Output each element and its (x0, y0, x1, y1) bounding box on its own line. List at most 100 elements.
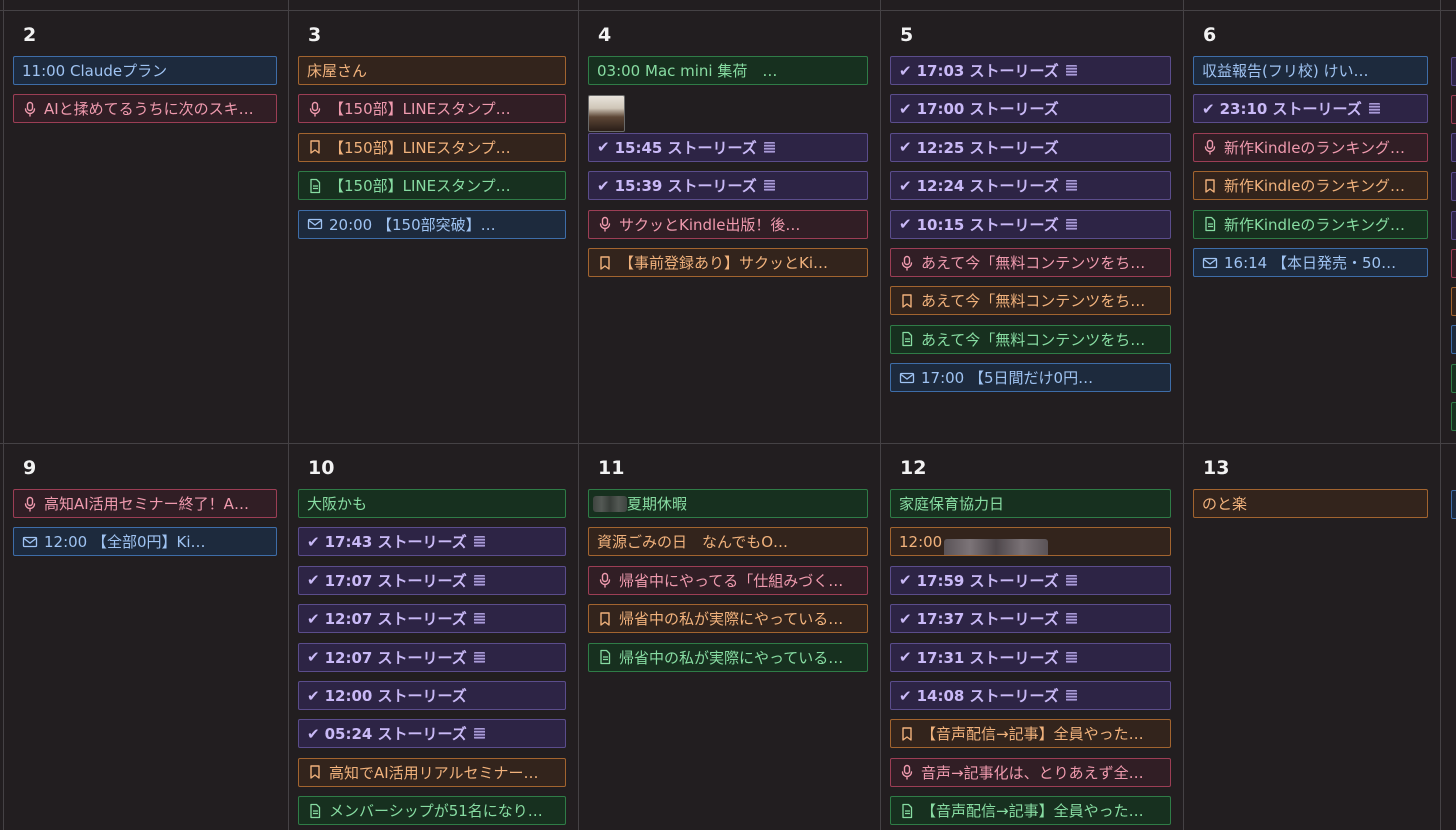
calendar-event[interactable]: 【150部】LINEスタンプ… (298, 94, 566, 124)
calendar-event[interactable]: ✔ 12:07 ストーリーズ (298, 604, 566, 634)
event-title: 帰省中の私が実際にやっている… (619, 610, 844, 629)
calendar-event[interactable]: 音声→記事化は、とりあえず全… (890, 757, 1171, 787)
calendar-event[interactable]: ✔ 17:37 ストーリーズ (890, 604, 1171, 634)
day-cell[interactable]: 10 大阪かも ✔ 17:43 ストーリーズ ✔ 17:07 ストーリーズ ✔ 12:07 ス… (288, 443, 578, 830)
calendar-event[interactable]: 帰省中の私が実際にやっている… (588, 604, 868, 634)
calendar-event[interactable]: メンバーシップが51名になり… (298, 796, 566, 826)
calendar-event[interactable]: 新作Kindleのランキング… (1193, 132, 1428, 162)
calendar-event[interactable]: ✔ 15:45 ストーリーズ (588, 132, 868, 162)
event-title: 夏期休暇 (627, 495, 688, 513)
event-title: 12:00 ストーリーズ (324, 687, 467, 705)
event-title: 15:39 ストーリーズ (614, 177, 757, 196)
day-number: 5 (900, 24, 914, 46)
calendar-event[interactable]: 床屋さん (298, 56, 566, 85)
day-cell[interactable]: 5 ✔ 17:03 ストーリーズ ✔ 17:00 ストーリーズ ✔ 12:25 ストーリーズ… (880, 10, 1183, 443)
event-title: 【事前登録あり】サクッとKi… (619, 254, 829, 272)
calendar-event[interactable]: 【音声配信→記事】全員やった… (890, 719, 1171, 749)
partial-event[interactable] (1451, 133, 1456, 162)
partial-event[interactable] (1451, 402, 1456, 431)
calendar-event[interactable]: 【音声配信→記事】全員やった… (890, 796, 1171, 826)
day-cell[interactable]: 2 11:00 Claudeプラン AIと揉めてるうちに次のスキ… (3, 10, 288, 443)
calendar-event[interactable]: サクッとKindle出版！後… (588, 209, 868, 239)
event-title: 17:31 ストーリーズ (916, 648, 1059, 667)
calendar-event[interactable]: 11:00 Claudeプラン (13, 56, 277, 85)
event-title: 帰省中にやってる「仕組みづく… (619, 571, 844, 590)
calendar-event[interactable]: ✔ 23:10 ストーリーズ (1193, 94, 1428, 124)
bookmark-icon (597, 255, 613, 271)
calendar-event[interactable]: 【150部】LINEスタンプ… (298, 132, 566, 162)
event-title: 11:00 Claudeプラン (22, 62, 168, 80)
calendar-event[interactable]: ✔ 14:08 ストーリーズ (890, 681, 1171, 710)
calendar-event[interactable]: 高知でAI活用リアルセミナー… (298, 757, 566, 787)
calendar-event[interactable]: ✔ 12:07 ストーリーズ (298, 642, 566, 672)
calendar-event[interactable]: 家庭保育協力日 (890, 489, 1171, 518)
image-thumbnail[interactable] (588, 95, 625, 132)
calendar-event[interactable]: 16:14 【本日発売・50… (1193, 248, 1428, 277)
calendar-event[interactable]: 高知AI活用セミナー終了！A… (13, 489, 277, 518)
calendar-event[interactable]: AIと揉めてるうちに次のスキ… (13, 94, 277, 124)
calendar-event[interactable]: ✔ 17:07 ストーリーズ (298, 565, 566, 595)
calendar-event[interactable]: 【事前登録あり】サクッとKi… (588, 248, 868, 277)
calendar-event[interactable]: 新作Kindleのランキング… (1193, 209, 1428, 239)
calendar-event[interactable]: 【150部】LINEスタンプ… (298, 171, 566, 201)
calendar-event[interactable]: ✔ 15:39 ストーリーズ (588, 171, 868, 201)
day-cell[interactable]: 3 床屋さん 【150部】LINEスタンプ… 【150部】LINEスタンプ… 【150部… (288, 10, 578, 443)
calendar-event[interactable]: 20:00 【150部突破】… (298, 209, 566, 239)
calendar-event[interactable]: 収益報告(フリ校) けい… (1193, 56, 1428, 85)
event-title: 14:08 ストーリーズ (916, 687, 1059, 705)
event-title: 17:43 ストーリーズ (324, 533, 467, 552)
calendar-event[interactable]: ✔ 17:43 ストーリーズ (298, 527, 566, 557)
calendar-event[interactable]: 新作Kindleのランキング… (1193, 171, 1428, 201)
partial-event[interactable] (1451, 172, 1456, 201)
partial-event[interactable] (1451, 287, 1456, 316)
partial-event[interactable] (1451, 95, 1456, 124)
calendar-event[interactable]: 03:00 Mac mini 集荷 … (588, 56, 868, 85)
partial-event[interactable] (1451, 364, 1456, 393)
calendar-event[interactable]: 帰省中の私が実際にやっている… (588, 642, 868, 672)
microphone-icon (1202, 139, 1218, 155)
calendar-event[interactable]: ✔ 12:24 ストーリーズ (890, 171, 1171, 201)
event-title: あえて今「無料コンテンツをち… (921, 254, 1146, 272)
bookmark-icon (597, 611, 613, 627)
calendar-event[interactable]: 12:00 (890, 527, 1171, 557)
document-icon (1202, 216, 1218, 232)
calendar-event[interactable]: あえて今「無料コンテンツをち… (890, 324, 1171, 354)
calendar-event[interactable]: 夏期休暇 (588, 489, 868, 518)
calendar-event[interactable]: ✔ 12:25 ストーリーズ (890, 132, 1171, 162)
day-cell[interactable]: 13 のと楽 (1183, 443, 1440, 830)
note-icon (473, 728, 485, 740)
calendar-event[interactable]: ✔ 17:31 ストーリーズ (890, 642, 1171, 672)
calendar-event[interactable]: 帰省中にやってる「仕組みづく… (588, 565, 868, 595)
calendar-event[interactable]: 資源ごみの日 なんでもO… (588, 527, 868, 557)
calendar-event[interactable]: のと楽 (1193, 489, 1428, 518)
day-cell[interactable]: 12 家庭保育協力日 12:00 ✔ 17:59 ストーリーズ ✔ 17:37 ストーリーズ… (880, 443, 1183, 830)
calendar-event[interactable]: ✔ 05:24 ストーリーズ (298, 719, 566, 749)
document-icon (307, 178, 323, 194)
partial-event[interactable] (1451, 249, 1456, 278)
calendar-event[interactable]: ✔ 17:59 ストーリーズ (890, 565, 1171, 595)
day-cell[interactable]: 11 夏期休暇 資源ごみの日 なんでもO… 帰省中にやってる「仕組みづく… 帰省中の私が… (578, 443, 880, 830)
redacted-text (593, 495, 627, 512)
calendar-event[interactable]: ✔ 10:15 ストーリーズ (890, 209, 1171, 239)
partial-event[interactable] (1451, 325, 1456, 354)
day-cell[interactable]: 4 03:00 Mac mini 集荷 … ✔ 15:45 ストーリーズ ✔ 15:39 … (578, 10, 880, 443)
calendar-event[interactable]: ✔ 17:00 ストーリーズ (890, 94, 1171, 124)
calendar-event[interactable]: 12:00 【全部0円】Ki… (13, 527, 277, 557)
calendar-event[interactable]: あえて今「無料コンテンツをち… (890, 286, 1171, 316)
partial-event[interactable] (1451, 211, 1456, 240)
check-icon: ✔ (899, 176, 912, 195)
day-cell[interactable]: 9 高知AI活用セミナー終了！A… 12:00 【全部0円】Ki… (3, 443, 288, 830)
partial-event[interactable] (1451, 490, 1456, 519)
microphone-icon (597, 572, 613, 588)
day-cell[interactable]: 6 収益報告(フリ校) けい… ✔ 23:10 ストーリーズ 新作Kindleのランキン… (1183, 10, 1440, 443)
calendar-event[interactable]: あえて今「無料コンテンツをち… (890, 248, 1171, 277)
document-icon (307, 803, 323, 819)
calendar-event[interactable]: 大阪かも (298, 489, 566, 518)
calendar-event[interactable]: ✔ 12:00 ストーリーズ (298, 681, 566, 710)
bookmark-icon (899, 293, 915, 309)
event-title: 03:00 Mac mini 集荷 … (597, 62, 778, 80)
calendar-event[interactable]: ✔ 17:03 ストーリーズ (890, 56, 1171, 85)
partial-event[interactable] (1451, 57, 1456, 86)
note-icon (473, 574, 485, 586)
calendar-event[interactable]: 17:00 【5日間だけ0円… (890, 363, 1171, 393)
